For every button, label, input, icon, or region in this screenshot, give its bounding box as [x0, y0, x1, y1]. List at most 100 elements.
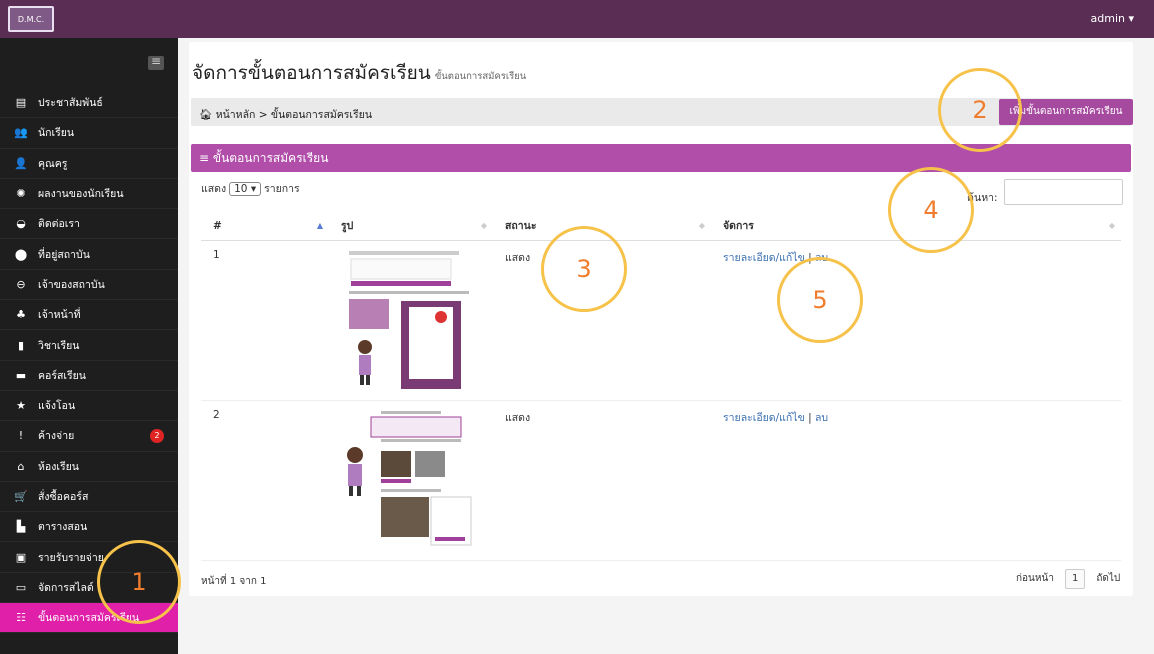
sidebar-item-label: เจ้าหน้าที่	[38, 309, 81, 322]
sidebar-item-label: ที่อยู่สถาบัน	[38, 248, 90, 261]
sidebar-item-schedule[interactable]: ▙ ตารางสอน	[0, 512, 178, 543]
sidebar-item-label: คอร์สเรียน	[38, 369, 86, 382]
sidebar-item-classrooms[interactable]: ⌂ ห้องเรียน	[0, 452, 178, 482]
top-bar: D.M.C. admin ▾	[0, 0, 1154, 38]
sidebar-item-label: แจ้งโอน	[38, 400, 76, 413]
sidebar-item-label: ประชาสัมพันธ์	[38, 97, 103, 110]
sidebar-item-label: ค้างจ่าย	[38, 430, 75, 443]
column-header-image[interactable]: รูป ◆	[329, 212, 493, 241]
news-icon: ▤	[15, 96, 27, 110]
sort-icon: ◆	[480, 221, 487, 230]
pagination: ก่อนหน้า 1 ถัดไป	[1016, 569, 1120, 589]
sidebar-item-label: คุณครู	[38, 157, 68, 170]
sidebar-item-students[interactable]: 👥 นักเรียน	[0, 118, 178, 149]
gear-icon: ✺	[16, 187, 26, 201]
pagination-info: หน้าที่ 1 จาก 1	[201, 576, 267, 587]
annotation-circle-3: 3	[541, 226, 627, 312]
search-input[interactable]	[1004, 179, 1123, 205]
entries-label: รายการ	[264, 183, 300, 195]
header-label: จัดการ	[723, 220, 754, 233]
action-separator: |	[808, 411, 812, 424]
sidebar-item-orders[interactable]: 🛒 สั่งซื้อคอร์ส	[0, 482, 178, 513]
table-row: 1 แสดง รายละเอียด/แก้ไข | ลบ	[201, 240, 1121, 401]
sidebar-item-label: นักเรียน	[38, 127, 75, 140]
alert-icon: !	[18, 429, 24, 443]
sidebar-item-subjects[interactable]: ▮ วิชาเรียน	[0, 330, 178, 361]
list-icon: ▬	[15, 368, 27, 382]
annotation-circle-5: 5	[777, 257, 863, 343]
sidebar-toggle-icon[interactable]	[148, 54, 164, 70]
show-label: แสดง	[201, 183, 227, 195]
step-image[interactable]	[341, 248, 481, 389]
sidebar-item-label: วิชาเรียน	[38, 339, 80, 352]
next-page-button[interactable]: ถัดไป	[1096, 573, 1120, 584]
sidebar-item-works[interactable]: ✺ ผลงานของนักเรียน	[0, 179, 178, 210]
breadcrumb-separator: >	[258, 109, 271, 121]
table-row: 2 แสดง รายละเอียด/แก้ไข | ลบ	[201, 400, 1121, 561]
cart-icon: 🛒	[14, 490, 28, 503]
sort-icon: ◆	[698, 221, 705, 230]
annotation-circle-2: 2	[938, 68, 1022, 152]
enroll-steps-table: # ▲ รูป ◆ สถานะ ◆ จัดการ ◆ 1 แสดง รายละเ…	[201, 212, 1121, 561]
sidebar-item-label: รายรับรายจ่าย	[38, 551, 104, 564]
page-subtitle: ขั้นตอนการสมัครเรียน	[434, 71, 527, 82]
user-icon: 👤	[14, 156, 28, 170]
inbox-icon: ◒	[16, 217, 26, 231]
sidebar-item-label: สั่งซื้อคอร์ส	[38, 491, 89, 503]
users-icon: 👥	[14, 126, 28, 140]
row-number: 2	[201, 400, 329, 561]
file-icon: ▮	[17, 338, 25, 352]
map-marker-icon: ⬤	[14, 247, 28, 261]
user-circle-icon: ⊖	[16, 277, 26, 291]
sidebar-item-contact[interactable]: ◒ ติดต่อเรา	[0, 209, 178, 240]
row-image-cell	[329, 240, 493, 401]
sidebar-item-label: ตารางสอน	[38, 521, 88, 534]
breadcrumb-trail: 🏠︎ หน้าหลัก > ขั้นตอนการสมัครเรียน	[199, 106, 372, 123]
sidebar-item-owner[interactable]: ⊖ เจ้าของสถาบัน	[0, 270, 178, 301]
breadcrumb-home[interactable]: หน้าหลัก	[216, 109, 256, 121]
monitor-icon: ▭	[15, 580, 27, 594]
sidebar-item-label: ผลงานของนักเรียน	[38, 188, 124, 201]
money-icon: ▣	[15, 550, 27, 564]
sidebar-item-unpaid[interactable]: ! ค้างจ่าย 2	[0, 421, 178, 452]
header-label: #	[213, 219, 222, 232]
sidebar-item-transfer[interactable]: ★ แจ้งโอน	[0, 391, 178, 422]
page-number-button[interactable]: 1	[1065, 569, 1086, 589]
edit-link[interactable]: รายละเอียด/แก้ไข	[723, 252, 805, 264]
row-actions: รายละเอียด/แก้ไข | ลบ	[711, 240, 1121, 401]
page-length-select[interactable]: 10 ▾	[229, 182, 262, 196]
sidebar-item-label: ห้องเรียน	[38, 460, 79, 473]
page-title: จัดการขั้นตอนการสมัครเรียน ขั้นตอนการสมัค…	[192, 58, 526, 88]
sidebar-item-teachers[interactable]: 👤 คุณครู	[0, 149, 178, 179]
delete-link[interactable]: ลบ	[815, 412, 828, 424]
edit-link[interactable]: รายละเอียด/แก้ไข	[723, 412, 805, 424]
header-label: รูป	[341, 220, 354, 233]
sidebar-item-courses[interactable]: ▬ คอร์สเรียน	[0, 361, 178, 391]
star-icon: ★	[16, 399, 26, 413]
prev-page-button[interactable]: ก่อนหน้า	[1016, 573, 1054, 584]
sidebar-item-address[interactable]: ⬤ ที่อยู่สถาบัน	[0, 239, 178, 270]
sidebar-item-staff[interactable]: ♣ เจ้าหน้าที่	[0, 300, 178, 331]
row-status: แสดง	[493, 400, 711, 561]
home-icon: 🏠︎	[199, 109, 213, 121]
step-image[interactable]	[341, 408, 481, 549]
header-label: สถานะ	[505, 220, 537, 233]
unpaid-count-badge: 2	[150, 429, 164, 444]
table-icon: ☷	[16, 611, 26, 625]
column-header-number[interactable]: # ▲	[201, 212, 329, 241]
app-logo[interactable]: D.M.C.	[8, 6, 54, 32]
home-icon: ⌂	[17, 459, 25, 473]
sort-icon: ◆	[1108, 221, 1115, 230]
page-length-control: แสดง 10 ▾ รายการ	[201, 180, 300, 197]
row-number: 1	[201, 240, 329, 401]
sidebar-item-pr[interactable]: ▤ ประชาสัมพันธ์	[0, 88, 178, 119]
calendar-icon: ▙	[16, 520, 26, 534]
sort-asc-icon: ▲	[316, 221, 323, 230]
breadcrumb-current: ขั้นตอนการสมัครเรียน	[270, 109, 372, 121]
annotation-circle-4: 4	[888, 167, 974, 253]
user-menu[interactable]: admin ▾	[1091, 12, 1134, 25]
staff-icon: ♣	[16, 308, 26, 322]
page-title-text: จัดการขั้นตอนการสมัครเรียน	[192, 62, 431, 84]
sidebar-item-label: จัดการสไลด์	[38, 581, 94, 594]
row-image-cell	[329, 400, 493, 561]
